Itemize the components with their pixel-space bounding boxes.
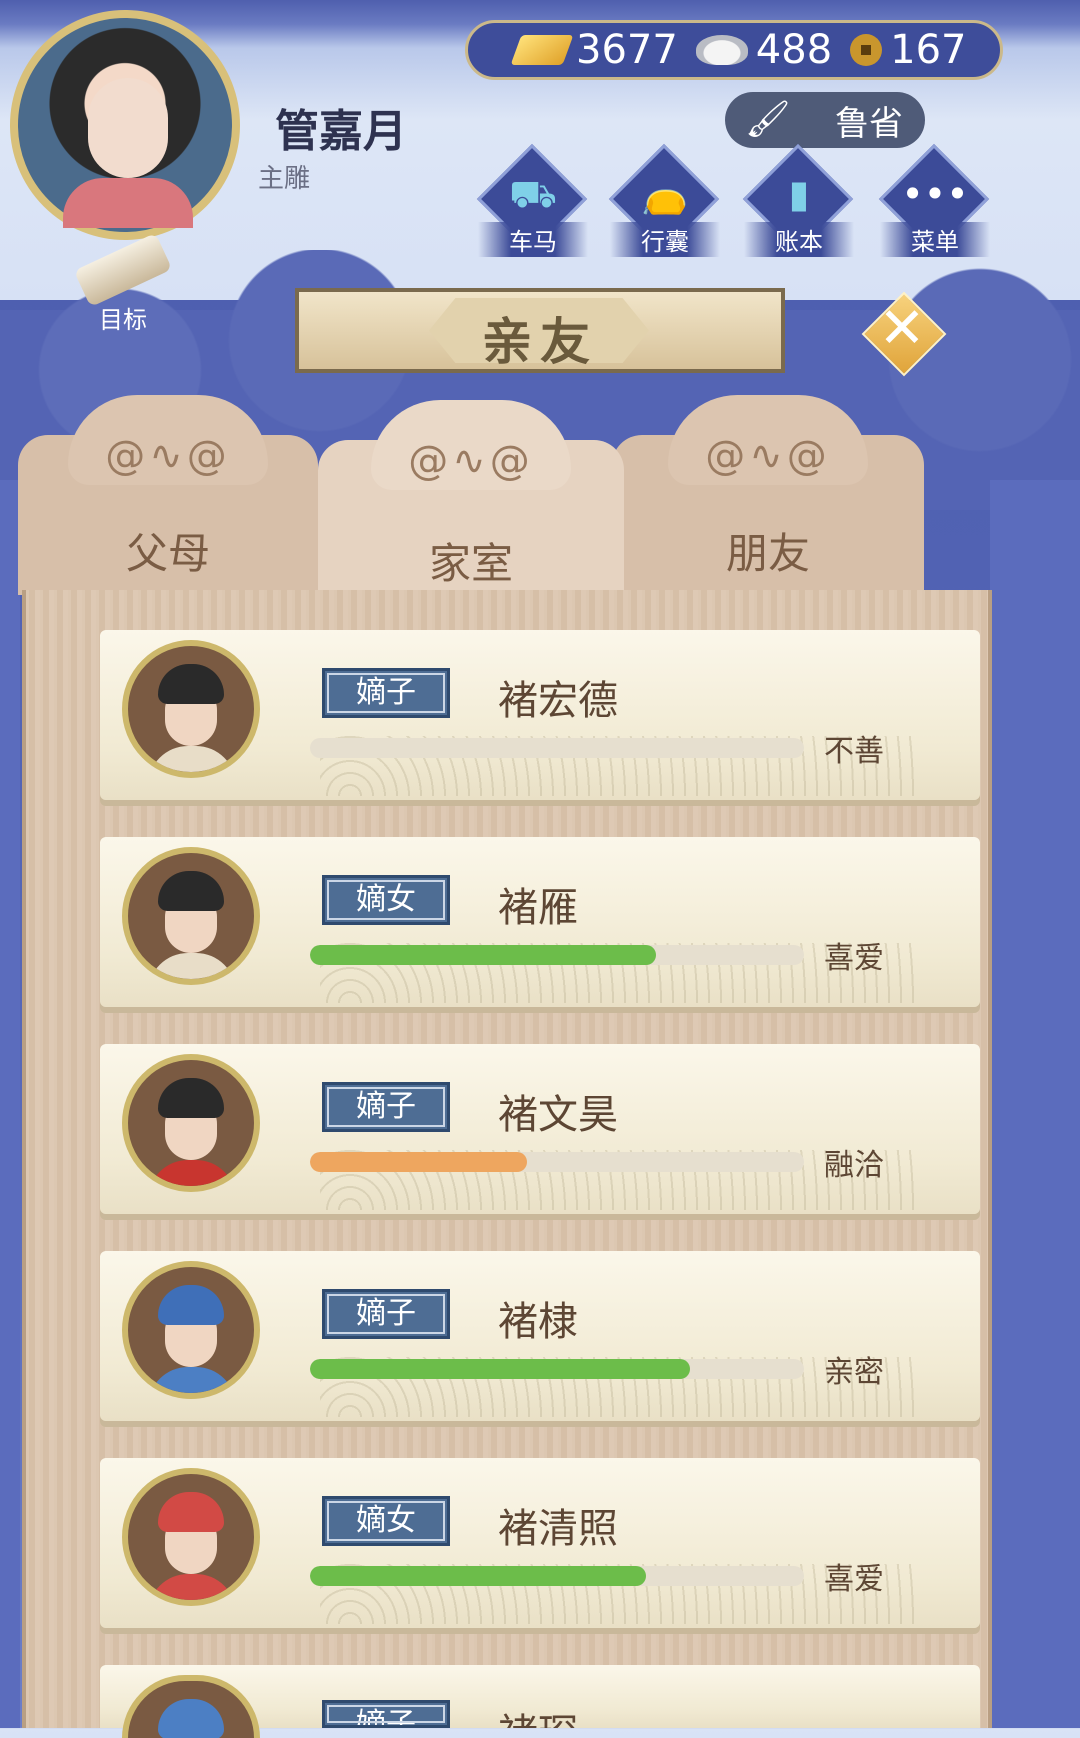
avatar-face	[88, 78, 168, 178]
close-button[interactable]: ✕	[861, 291, 947, 377]
tab-label: 父母	[125, 529, 210, 578]
member-name: 褚琛	[498, 1701, 578, 1728]
menu-label: 账本	[744, 222, 854, 257]
player-title: 主雕	[258, 164, 311, 194]
affinity-bar	[310, 1359, 804, 1379]
family-member-card[interactable]: 嫡子 褚宏德 不善	[100, 630, 980, 800]
inkstone-icon: 🖌	[745, 99, 791, 140]
menu-label: 车马	[478, 222, 588, 257]
affinity-bar	[310, 1566, 804, 1586]
location-button[interactable]: 🖌 鲁省	[725, 92, 925, 148]
gold-ingot-icon	[510, 35, 574, 65]
member-role-badge: 嫡子	[322, 668, 450, 718]
family-member-card[interactable]: 嫡子 褚文昊 融洽	[100, 1044, 980, 1214]
coin-amount: 167	[890, 27, 967, 73]
player-avatar[interactable]	[10, 10, 240, 240]
affinity-bar	[310, 738, 804, 758]
player-name: 管嘉月	[275, 106, 407, 157]
member-role-badge: 嫡子	[322, 1082, 450, 1132]
screen-title: 亲友	[482, 313, 598, 371]
affinity-fill	[310, 1566, 646, 1586]
affinity-bar	[310, 945, 804, 965]
member-avatar	[122, 1261, 260, 1399]
member-name: 褚清照	[498, 1506, 618, 1552]
cloud-ornament-icon: @∿@	[705, 433, 831, 479]
menu-carriage-button[interactable]: ⛟ 车马	[476, 143, 588, 260]
affinity-bar	[310, 1152, 804, 1172]
copper-coin-icon	[850, 34, 883, 66]
relation-status: 喜爱	[824, 941, 884, 976]
affinity-fill	[310, 1152, 528, 1172]
tab-label: 朋友	[725, 529, 810, 578]
member-role-badge: 嫡女	[322, 875, 450, 925]
frame-right	[990, 480, 1080, 1728]
tab-label: 家室	[428, 539, 513, 588]
affinity-fill	[310, 945, 656, 965]
cloud-ornament-icon: @∿@	[105, 433, 231, 479]
relation-status: 融洽	[824, 1148, 884, 1183]
member-role-badge: 嫡子	[322, 1700, 450, 1728]
member-avatar	[122, 1054, 260, 1192]
menu-label: 行囊	[610, 222, 720, 257]
member-role-badge: 嫡子	[322, 1289, 450, 1339]
member-name: 褚雁	[498, 885, 578, 931]
bag-icon: 👝	[641, 172, 689, 216]
menu-ledger-button[interactable]: ▮ 账本	[742, 143, 854, 260]
relation-status: 亲密	[824, 1355, 884, 1390]
tab-friends[interactable]: @∿@ 朋友	[612, 395, 924, 595]
goal-label: 目标	[99, 306, 147, 334]
goal-button[interactable]: 目标	[68, 232, 178, 334]
frame-left	[0, 480, 20, 1728]
close-icon: ✕	[878, 296, 926, 361]
family-member-card[interactable]: 嫡女 褚雁 喜爱	[100, 837, 980, 1007]
avatar-dress	[63, 178, 193, 228]
member-avatar	[122, 640, 260, 778]
menu-more-button[interactable]: ••• 菜单	[878, 143, 990, 260]
affinity-fill	[310, 1359, 691, 1379]
relation-status: 喜爱	[824, 1562, 884, 1597]
menu-label: 菜单	[880, 222, 990, 257]
menu-bag-button[interactable]: 👝 行囊	[608, 143, 720, 260]
member-name: 褚棣	[498, 1299, 578, 1345]
member-avatar	[122, 847, 260, 985]
gold-amount: 3677	[576, 27, 678, 73]
currency-bar: 3677 488 167	[465, 20, 1003, 80]
carriage-icon: ⛟	[509, 172, 557, 216]
screen-title-banner: 亲友	[295, 288, 785, 373]
silver-amount: 488	[755, 27, 833, 73]
tab-parents[interactable]: @∿@ 父母	[18, 395, 318, 595]
more-icon: •••	[901, 172, 969, 216]
member-role-badge: 嫡女	[322, 1496, 450, 1546]
family-member-card[interactable]: 嫡子 褚琛	[100, 1665, 980, 1738]
family-member-card[interactable]: 嫡子 褚棣 亲密	[100, 1251, 980, 1421]
member-name: 褚宏德	[498, 678, 618, 724]
tab-family[interactable]: @∿@ 家室	[318, 400, 624, 600]
cloud-ornament-icon: @∿@	[408, 438, 534, 484]
member-avatar	[122, 1468, 260, 1606]
relation-status: 不善	[824, 734, 884, 769]
member-avatar	[122, 1675, 260, 1738]
family-member-card[interactable]: 嫡女 褚清照 喜爱	[100, 1458, 980, 1628]
member-name: 褚文昊	[498, 1092, 618, 1138]
location-label: 鲁省	[835, 103, 903, 144]
ledger-icon: ▮	[788, 172, 810, 216]
silver-ingot-icon	[695, 35, 748, 65]
